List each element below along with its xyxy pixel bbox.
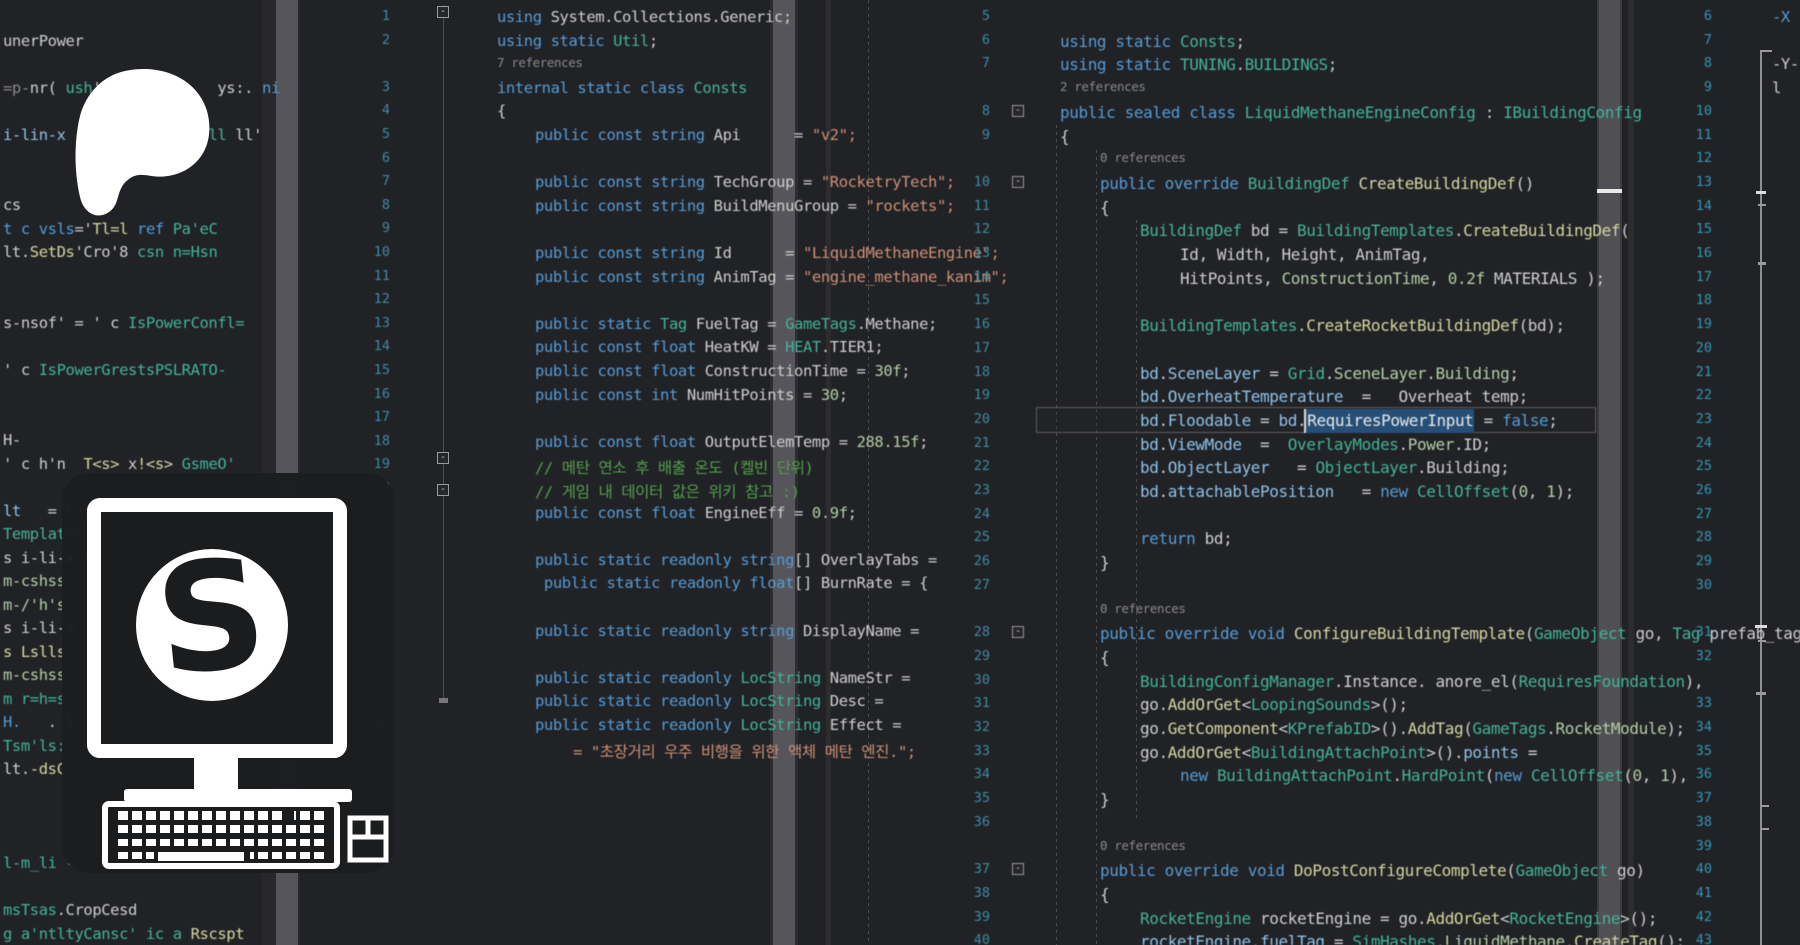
line-number: 6 (1672, 8, 1712, 24)
mouse-icon (350, 818, 386, 860)
line-number: 40 (1672, 861, 1712, 877)
line-number: 10 (1672, 103, 1712, 119)
line-number: 29 (1672, 553, 1712, 569)
line-number: 38 (1672, 814, 1712, 830)
code-line[interactable]: l (1772, 79, 1781, 97)
line-number: 18 (1672, 292, 1712, 308)
line-number: 23 (1672, 411, 1712, 427)
line-number: 32 (1672, 648, 1712, 664)
code-line[interactable]: -X (1772, 8, 1790, 26)
line-number: 43 (1672, 932, 1712, 945)
line-number: 31 (1672, 624, 1712, 640)
line-number: 19 (1672, 316, 1712, 332)
line-number: 34 (1672, 719, 1712, 735)
code-line[interactable]: -Y- (1772, 55, 1799, 73)
line-number: 16 (1672, 245, 1712, 261)
line-number: 27 (1672, 506, 1712, 522)
line-number: 20 (1672, 340, 1712, 356)
line-number: 15 (1672, 221, 1712, 237)
patreon-logo-icon (70, 60, 220, 225)
line-number: 33 (1672, 695, 1712, 711)
line-number: 36 (1672, 766, 1712, 782)
line-number: 8 (1672, 55, 1712, 71)
line-number: 7 (1672, 32, 1712, 48)
line-number: 24 (1672, 435, 1712, 451)
line-number: 13 (1672, 174, 1712, 190)
monitor-s-keyboard-badge: S (62, 473, 394, 873)
line-number: 22 (1672, 387, 1712, 403)
line-number: 11 (1672, 127, 1712, 143)
line-number: 26 (1672, 482, 1712, 498)
line-number: 35 (1672, 743, 1712, 759)
line-number: 28 (1672, 529, 1712, 545)
line-number: 17 (1672, 269, 1712, 285)
line-number: 30 (1672, 577, 1712, 593)
line-number: 41 (1672, 885, 1712, 901)
line-number: 37 (1672, 790, 1712, 806)
line-number: 42 (1672, 909, 1712, 925)
line-number: 25 (1672, 458, 1712, 474)
code-editor-screen: - - - unerPower=p-nr( ush'.l-ser' ys:. n… (0, 0, 1800, 945)
line-number: 12 (1672, 150, 1712, 166)
line-number: 21 (1672, 364, 1712, 380)
s-logo-letter: S (148, 526, 274, 710)
line-number: 9 (1672, 79, 1712, 95)
line-number: 14 (1672, 198, 1712, 214)
line-number: 39 (1672, 838, 1712, 854)
